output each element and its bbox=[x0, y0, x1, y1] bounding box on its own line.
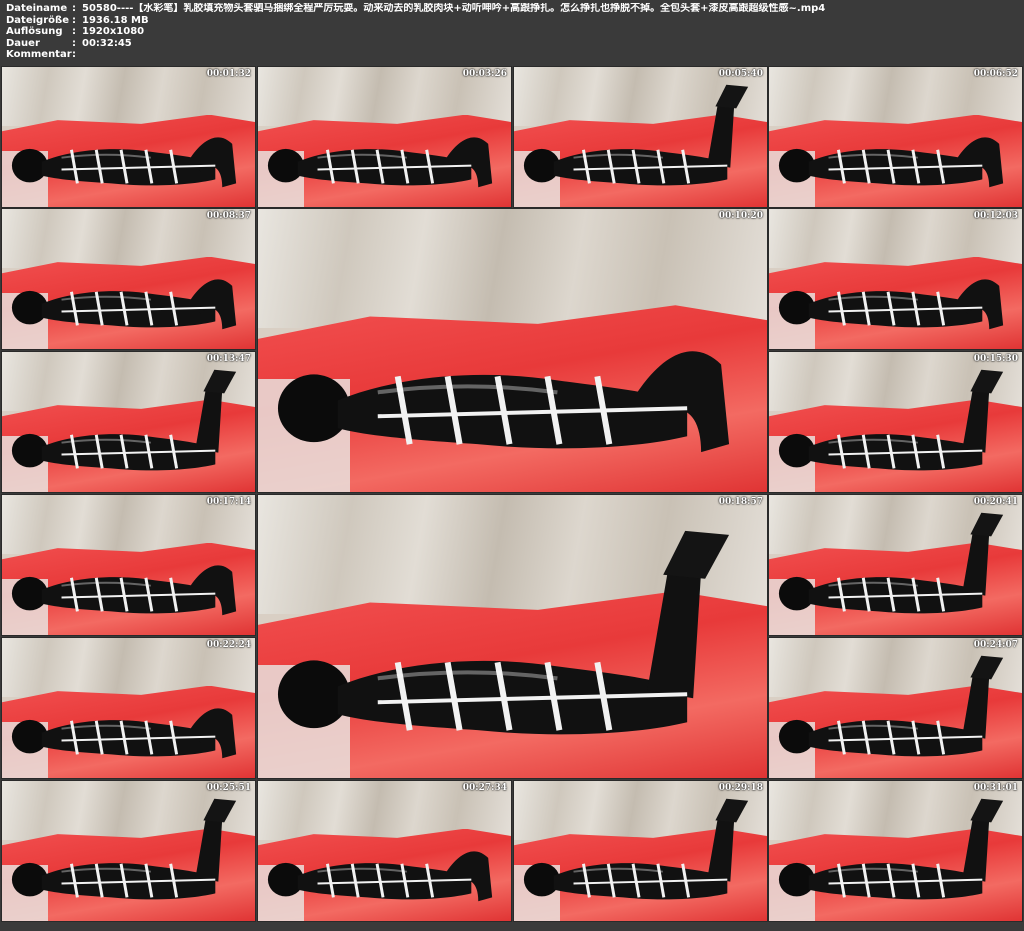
file-info-header: Dateiname : 50580----【水彩笔】乳胶填充物头套驷马捆绑全程严… bbox=[0, 0, 1024, 64]
thumbnail-timestamp: 00:22:24 bbox=[206, 640, 251, 650]
figure-silhouette bbox=[778, 137, 1004, 188]
meta-value: 1920x1080 bbox=[82, 26, 145, 38]
video-thumbnail[interactable]: 00:06:52 bbox=[768, 66, 1023, 208]
meta-value: 1936.18 MB bbox=[82, 14, 149, 26]
thumbnail-timestamp: 00:17:14 bbox=[206, 497, 251, 507]
thumbnail-timestamp: 00:15:30 bbox=[973, 354, 1018, 364]
thumbnail-timestamp: 00:24:07 bbox=[973, 640, 1018, 650]
video-thumbnail[interactable]: 00:05:40 bbox=[513, 66, 768, 208]
figure-silhouette bbox=[11, 369, 237, 471]
video-thumbnail[interactable]: 00:22:24 bbox=[1, 637, 256, 779]
video-thumbnail[interactable]: 00:01:32 bbox=[1, 66, 256, 208]
thumbnail-timestamp: 00:18:57 bbox=[718, 497, 763, 507]
video-thumbnail[interactable]: 00:13:47 bbox=[1, 351, 256, 493]
video-thumbnail[interactable]: 00:25:51 bbox=[1, 780, 256, 922]
thumbnail-timestamp: 00:01:32 bbox=[206, 69, 251, 79]
figure-silhouette bbox=[11, 798, 237, 900]
figure-silhouette bbox=[277, 530, 730, 735]
thumbnail-timestamp: 00:03:26 bbox=[462, 69, 507, 79]
thumbnail-timestamp: 00:12:03 bbox=[973, 211, 1018, 221]
thumbnail-timestamp: 00:05:40 bbox=[718, 69, 763, 79]
meta-key: Dauer bbox=[6, 37, 40, 49]
meta-separator: : bbox=[72, 37, 76, 49]
video-thumbnail[interactable]: 00:20:41 bbox=[768, 494, 1023, 636]
figure-silhouette bbox=[778, 512, 1004, 614]
figure-silhouette bbox=[11, 137, 237, 188]
thumbnail-timestamp: 00:10:20 bbox=[718, 211, 763, 221]
thumbnail-timestamp: 00:06:52 bbox=[973, 69, 1018, 79]
figure-silhouette bbox=[778, 369, 1004, 471]
meta-separator: : bbox=[72, 14, 76, 26]
thumbnail-timestamp: 00:27:34 bbox=[462, 783, 507, 793]
figure-silhouette bbox=[277, 351, 730, 453]
meta-separator: : bbox=[72, 49, 76, 61]
video-thumbnail[interactable]: 00:08:37 bbox=[1, 208, 256, 350]
figure-silhouette bbox=[11, 565, 237, 616]
thumbnail-timestamp: 00:25:51 bbox=[206, 783, 251, 793]
figure-silhouette bbox=[778, 655, 1004, 757]
meta-row-resolution: Auflösung : 1920x1080 bbox=[6, 26, 1018, 38]
meta-row-filename: Dateiname : 50580----【水彩笔】乳胶填充物头套驷马捆绑全程严… bbox=[6, 3, 1018, 15]
meta-row-comment: Kommentar : bbox=[6, 49, 1018, 61]
meta-key: Dateiname bbox=[6, 3, 68, 14]
meta-key: Kommentar bbox=[6, 49, 72, 61]
meta-separator: : bbox=[72, 3, 76, 14]
figure-silhouette bbox=[523, 798, 749, 900]
figure-silhouette bbox=[778, 798, 1004, 900]
meta-key: Dateigröße bbox=[6, 14, 69, 26]
thumbnail-timestamp: 00:20:41 bbox=[973, 497, 1018, 507]
thumbnail-timestamp: 00:29:18 bbox=[718, 783, 763, 793]
figure-silhouette bbox=[11, 279, 237, 330]
thumbnail-timestamp: 00:13:47 bbox=[206, 354, 251, 364]
video-thumbnail[interactable]: 00:10:20 bbox=[257, 208, 768, 493]
thumbnail-timestamp: 00:31:01 bbox=[973, 783, 1018, 793]
meta-row-filesize: Dateigröße : 1936.18 MB bbox=[6, 15, 1018, 27]
figure-silhouette bbox=[267, 851, 493, 902]
thumbnail-timestamp: 00:08:37 bbox=[206, 211, 251, 221]
thumbnail-grid: 00:01:32 00:03:26 00:05:40 00:06:52 00:08:37… bbox=[0, 64, 1024, 931]
meta-row-duration: Dauer : 00:32:45 bbox=[6, 38, 1018, 50]
figure-silhouette bbox=[11, 708, 237, 759]
video-thumbnail[interactable]: 00:17:14 bbox=[1, 494, 256, 636]
video-thumbnail[interactable]: 00:15:30 bbox=[768, 351, 1023, 493]
figure-silhouette bbox=[267, 137, 493, 188]
figure-silhouette bbox=[778, 279, 1004, 330]
figure-silhouette bbox=[523, 84, 749, 186]
meta-value bbox=[82, 49, 1018, 61]
video-thumbnail[interactable]: 00:27:34 bbox=[257, 780, 512, 922]
meta-key: Auflösung bbox=[6, 26, 63, 38]
video-thumbnail[interactable]: 00:29:18 bbox=[513, 780, 768, 922]
meta-value: 50580----【水彩笔】乳胶填充物头套驷马捆绑全程严厉玩耍。动来动去的乳胶肉… bbox=[82, 3, 826, 14]
video-thumbnail[interactable]: 00:18:57 bbox=[257, 494, 768, 779]
video-thumbnail[interactable]: 00:24:07 bbox=[768, 637, 1023, 779]
meta-value: 00:32:45 bbox=[82, 37, 132, 49]
video-thumbnail[interactable]: 00:31:01 bbox=[768, 780, 1023, 922]
video-thumbnail[interactable]: 00:03:26 bbox=[257, 66, 512, 208]
video-thumbnail[interactable]: 00:12:03 bbox=[768, 208, 1023, 350]
meta-separator: : bbox=[72, 26, 76, 38]
